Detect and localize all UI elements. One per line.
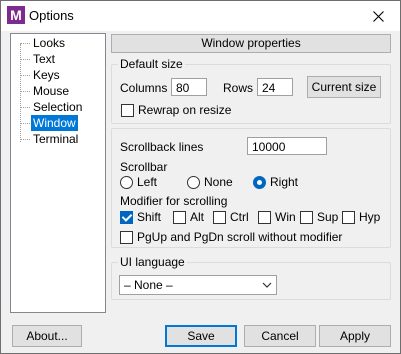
window-title: Options [29,8,74,23]
tree-item-terminal[interactable]: Terminal [20,131,80,147]
modifier-win-checkbox[interactable]: Win [258,210,296,224]
checkbox-label: PgUp and PgDn scroll without modifier [137,230,343,244]
tree-branch [20,58,30,60]
apply-button[interactable]: Apply [319,325,391,347]
checkbox-label: Shift [137,210,162,224]
current-size-button[interactable]: Current size [307,76,381,98]
scrollbar-right-radio[interactable]: Right [253,175,298,189]
close-icon [372,10,384,22]
scrollbar-left-radio[interactable]: Left [120,175,157,189]
tree-branch [20,90,30,92]
tree-branch [20,138,30,140]
checkbox-box [173,210,186,224]
tree-item-label: Text [33,52,56,66]
scrollback-label: Scrollback lines [120,140,204,154]
rewrap-label: Rewrap on resize [138,103,232,117]
checkbox-label: Win [275,210,296,224]
checkbox-box [258,210,271,224]
select-value: – None – [124,278,173,292]
tree-branch [20,74,30,76]
tree-branch [20,42,30,44]
group-title: Default size [118,57,185,71]
checkbox-box [120,230,133,244]
radio-label: Right [270,175,299,189]
columns-label: Columns [120,81,168,95]
checkbox-label: Alt [190,210,205,224]
scrollbar-label: Scrollbar [120,160,168,174]
scrollbar-none-radio[interactable]: None [187,175,233,189]
tree-item-keys[interactable]: Keys [20,67,62,83]
radio-label: None [204,175,233,189]
panel-header: Window properties [111,34,391,53]
modifier-alt-checkbox[interactable]: Alt [173,210,204,224]
tree-item-text[interactable]: Text [20,51,57,67]
checkbox-box [213,210,226,224]
radio-circle [187,175,200,189]
tree-item-label: Window [31,115,78,131]
checkbox-label: Hyp [359,210,381,224]
options-dialog: M Options Looks Text Keys Mouse Selectio… [0,0,401,354]
scrollback-input[interactable]: 10000 [247,137,327,155]
checkbox-box [121,103,134,117]
checkbox-label: Sup [317,210,339,224]
checkbox-box [342,210,355,224]
tree-branch [20,122,30,124]
checkbox-label: Ctrl [230,210,249,224]
ui-language-select[interactable]: – None – [119,275,277,295]
checkbox-box [300,210,313,224]
tree-item-window[interactable]: Window [20,115,78,131]
radio-circle [120,175,133,189]
rows-input[interactable]: 24 [257,78,293,96]
checkbox-box [120,210,133,224]
modifier-hyp-checkbox[interactable]: Hyp [342,210,380,224]
cancel-button[interactable]: Cancel [244,325,316,347]
tree-item-looks[interactable]: Looks [20,35,67,51]
close-button[interactable] [356,1,400,31]
modifier-shift-checkbox[interactable]: Shift [120,210,161,224]
pgup-pgdn-checkbox[interactable]: PgUp and PgDn scroll without modifier [120,230,342,244]
group-title: UI language [118,255,187,269]
title-bar: M Options [1,1,400,31]
modifier-sup-checkbox[interactable]: Sup [300,210,338,224]
about-button[interactable]: About... [12,325,82,347]
tree-item-label: Selection [33,100,83,114]
radio-label: Left [137,175,158,189]
tree-item-selection[interactable]: Selection [20,99,84,115]
modifier-ctrl-checkbox[interactable]: Ctrl [213,210,249,224]
columns-input[interactable]: 80 [171,78,207,96]
app-icon: M [7,6,25,24]
tree-item-label: Terminal [33,132,79,146]
chevron-down-icon [262,282,272,288]
tree-item-label: Looks [33,36,66,50]
rewrap-checkbox[interactable]: Rewrap on resize [121,103,231,117]
tree-item-mouse[interactable]: Mouse [20,83,71,99]
tree-item-label: Keys [33,68,60,82]
radio-circle [253,175,266,189]
tree-branch [20,106,30,108]
rows-label: Rows [223,81,254,95]
category-tree[interactable]: Looks Text Keys Mouse Selection Window T… [10,33,106,313]
save-button[interactable]: Save [165,325,237,347]
tree-item-label: Mouse [33,84,70,98]
modifier-label: Modifier for scrolling [120,194,228,208]
